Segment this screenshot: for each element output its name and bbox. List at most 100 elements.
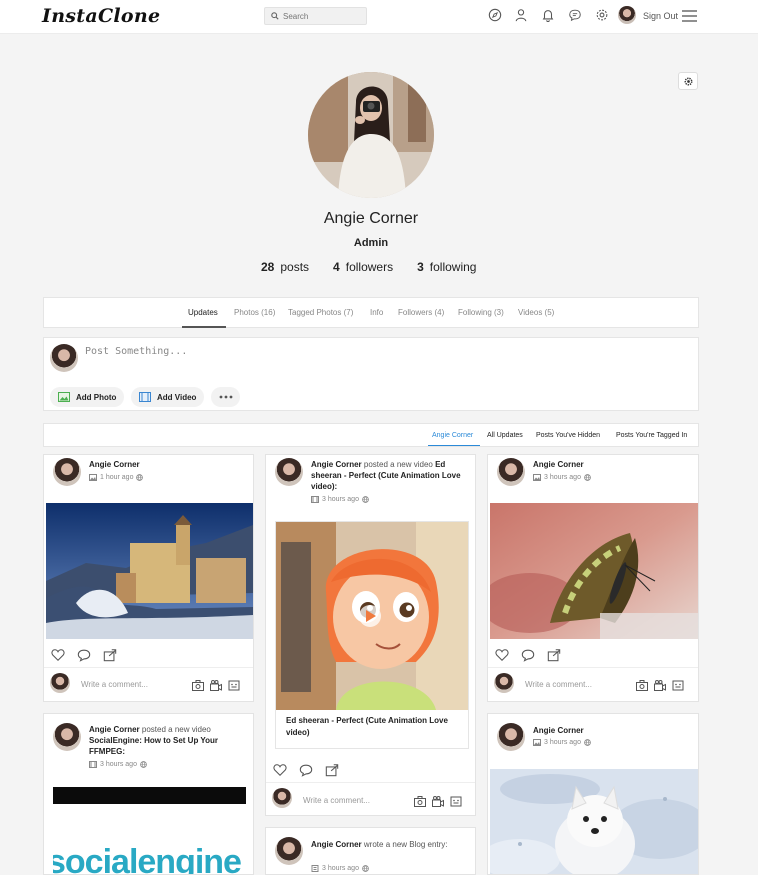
- filter-tagged-posts[interactable]: Posts You're Tagged In: [616, 432, 687, 439]
- post-author-avatar[interactable]: [497, 723, 525, 751]
- sign-out-link[interactable]: Sign Out: [643, 11, 678, 21]
- user-icon[interactable]: [513, 7, 529, 23]
- post-author-avatar[interactable]: [275, 458, 303, 486]
- search-box[interactable]: [264, 7, 367, 25]
- post-meta: 1 hour ago: [89, 474, 146, 481]
- tab-updates[interactable]: Updates: [188, 308, 218, 317]
- post-meta: 3 hours ago: [311, 496, 372, 503]
- add-video-button[interactable]: Add Video: [131, 387, 205, 407]
- tab-following[interactable]: Following (3): [458, 308, 504, 317]
- post-author-avatar[interactable]: [53, 723, 81, 751]
- post-author-avatar[interactable]: [275, 837, 303, 865]
- post-time[interactable]: 1 hour ago: [100, 474, 133, 481]
- filter-hidden-posts[interactable]: Posts You've Hidden: [536, 432, 600, 439]
- comment-input[interactable]: Write a comment...: [303, 796, 370, 805]
- post-author-name[interactable]: Angie Corner: [533, 460, 584, 469]
- more-options-button[interactable]: [211, 387, 240, 407]
- search-icon: [271, 12, 279, 20]
- post-input[interactable]: Post Something...: [85, 346, 187, 357]
- camera-icon[interactable]: [414, 796, 426, 807]
- post-author-avatar[interactable]: [53, 458, 81, 486]
- following-count: 3: [417, 260, 424, 274]
- video-letterbox: [53, 787, 246, 804]
- tab-tagged-photos[interactable]: Tagged Photos (7): [288, 308, 353, 317]
- post-photo[interactable]: [488, 769, 698, 874]
- sticker-icon[interactable]: [228, 680, 240, 691]
- post-actions: [273, 763, 351, 777]
- photo-icon: [533, 474, 541, 481]
- add-photo-button[interactable]: Add Photo: [50, 387, 125, 407]
- search-input[interactable]: [283, 11, 363, 21]
- video-camera-icon[interactable]: [432, 796, 444, 807]
- followers-label: followers: [345, 260, 394, 274]
- video-thumbnail[interactable]: socialengine: [53, 787, 246, 874]
- post-author-name[interactable]: Angie Corner: [533, 726, 584, 735]
- hamburger-menu-icon[interactable]: [681, 9, 698, 23]
- post-meta: 3 hours ago: [311, 865, 372, 872]
- post-author-name[interactable]: Angie Corner: [89, 460, 140, 469]
- posts-label: posts: [280, 260, 310, 274]
- tab-videos[interactable]: Videos (5): [518, 308, 554, 317]
- like-heart-icon[interactable]: [273, 763, 287, 777]
- camera-icon[interactable]: [192, 680, 204, 691]
- explore-icon[interactable]: [487, 7, 503, 23]
- share-icon[interactable]: [325, 763, 339, 777]
- share-icon[interactable]: [547, 648, 561, 662]
- filter-angie-corner[interactable]: Angie Corner: [432, 432, 473, 439]
- tab-followers[interactable]: Followers (4): [398, 308, 444, 317]
- post-title-link[interactable]: SocialEngine: How to Set Up Your FFMPEG:: [89, 736, 218, 756]
- photo-icon: [89, 474, 97, 481]
- bell-icon[interactable]: [540, 7, 556, 23]
- comment-input[interactable]: Write a comment...: [81, 680, 148, 689]
- video-caption[interactable]: Ed sheeran - Perfect (Cute Animation Lov…: [286, 715, 461, 739]
- post-header: Angie Corner: [533, 725, 584, 736]
- profile-photo[interactable]: [308, 72, 434, 198]
- like-heart-icon[interactable]: [51, 648, 65, 662]
- followers-stat[interactable]: 4 followers: [333, 260, 393, 274]
- globe-icon: [136, 474, 144, 481]
- comment-icon[interactable]: [299, 763, 313, 777]
- globe-icon: [584, 739, 591, 746]
- post-author-name[interactable]: Angie Corner: [311, 840, 362, 849]
- video-camera-icon[interactable]: [210, 680, 222, 691]
- video-camera-icon[interactable]: [654, 680, 666, 691]
- post-author-name[interactable]: Angie Corner: [311, 460, 362, 469]
- sticker-icon[interactable]: [450, 796, 462, 807]
- profile-tabs: Updates Photos (16) Tagged Photos (7) In…: [43, 297, 699, 328]
- comment-avatar: [272, 788, 292, 808]
- post-photo[interactable]: [488, 503, 698, 639]
- filter-all-updates[interactable]: All Updates: [487, 432, 523, 439]
- comment-avatar: [494, 673, 514, 693]
- camera-icon[interactable]: [636, 680, 648, 691]
- feed-post-card: Angie Corner posted a new video SocialEn…: [43, 713, 254, 875]
- post-photo[interactable]: [46, 503, 253, 639]
- post-time[interactable]: 3 hours ago: [322, 496, 359, 503]
- comment-tools: [630, 680, 684, 691]
- post-time[interactable]: 3 hours ago: [544, 739, 581, 746]
- settings-icon[interactable]: [594, 7, 610, 23]
- post-author-name[interactable]: Angie Corner: [89, 725, 140, 734]
- tab-info[interactable]: Info: [370, 308, 383, 317]
- tab-photos[interactable]: Photos (16): [234, 308, 275, 317]
- globe-icon: [584, 474, 591, 481]
- app-logo[interactable]: InstaClone: [42, 5, 160, 27]
- composer-avatar: [50, 344, 78, 372]
- video-embed[interactable]: Ed sheeran - Perfect (Cute Animation Lov…: [275, 521, 469, 749]
- feed-filter-bar: Angie Corner All Updates Posts You've Hi…: [43, 423, 699, 447]
- comment-icon[interactable]: [77, 648, 91, 662]
- post-time[interactable]: 3 hours ago: [544, 474, 581, 481]
- profile-settings-button[interactable]: [678, 72, 698, 90]
- posts-stat[interactable]: 28 posts: [261, 260, 309, 274]
- post-time[interactable]: 3 hours ago: [100, 761, 137, 768]
- comment-icon[interactable]: [521, 648, 535, 662]
- following-stat[interactable]: 3 following: [417, 260, 476, 274]
- post-time[interactable]: 3 hours ago: [322, 865, 359, 872]
- share-icon[interactable]: [103, 648, 117, 662]
- comment-input[interactable]: Write a comment...: [525, 680, 592, 689]
- profile-stats: 28 posts 4 followers 3 following: [261, 260, 500, 274]
- like-heart-icon[interactable]: [495, 648, 509, 662]
- chat-icon[interactable]: [567, 7, 583, 23]
- sticker-icon[interactable]: [672, 680, 684, 691]
- user-avatar[interactable]: [618, 6, 636, 24]
- post-author-avatar[interactable]: [497, 458, 525, 486]
